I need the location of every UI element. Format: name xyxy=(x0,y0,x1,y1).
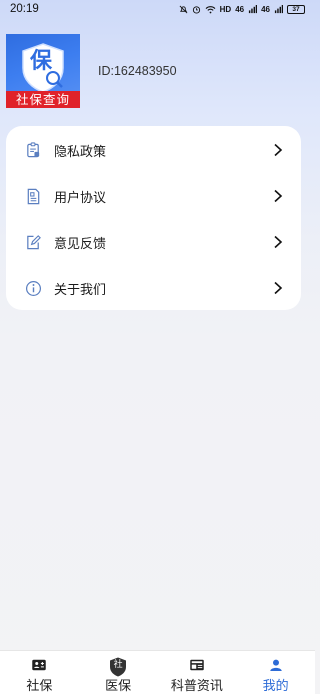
menu-item-label: 意见反馈 xyxy=(54,236,107,252)
wifi-icon xyxy=(205,5,216,13)
tab-label: 社保 xyxy=(26,679,53,694)
news-icon xyxy=(190,659,204,671)
menu-item-label: 隐私政策 xyxy=(54,144,107,160)
battery-level: 37 xyxy=(292,5,300,13)
tab-social-security[interactable]: 社保 xyxy=(0,651,79,694)
battery-icon: 37 xyxy=(287,4,305,14)
menu-item-label: 关于我们 xyxy=(54,282,107,298)
network-label-2: 46 xyxy=(261,4,270,14)
menu-item-label: 用户协议 xyxy=(54,190,107,206)
profile-header: 保 社保查询 xyxy=(6,34,80,108)
avatar[interactable]: 保 社保查询 xyxy=(6,34,80,108)
menu-item-privacy-policy[interactable]: 隐私政策 xyxy=(6,127,301,173)
chevron-right-icon xyxy=(274,235,283,249)
bottom-navigation: 社保 社 医保 科普资讯 我的 xyxy=(0,650,315,694)
status-time: 20:19 xyxy=(10,3,39,15)
tab-label: 科普资讯 xyxy=(170,679,223,694)
info-icon xyxy=(24,279,42,297)
id-card-icon xyxy=(32,659,47,671)
hd-label: HD xyxy=(219,4,232,14)
tab-label: 医保 xyxy=(105,679,132,694)
settings-menu: 隐私政策 用户协议 意见反馈 关于我们 xyxy=(6,126,301,310)
tab-mine[interactable]: 我的 xyxy=(236,651,315,694)
tab-medical-insurance[interactable]: 社 医保 xyxy=(79,651,158,694)
agreement-doc-icon xyxy=(24,187,42,205)
tab-label: 我的 xyxy=(262,679,289,694)
user-id: ID:162483950 xyxy=(98,64,177,78)
menu-item-user-agreement[interactable]: 用户协议 xyxy=(6,173,301,219)
shield-badge-glyph: 社 xyxy=(113,660,123,670)
signal-icon-1 xyxy=(248,4,258,13)
chevron-right-icon xyxy=(274,143,283,157)
avatar-glyph: 保 xyxy=(30,49,53,74)
menu-item-about-us[interactable]: 关于我们 xyxy=(6,265,301,311)
chevron-right-icon xyxy=(274,189,283,203)
bell-off-icon xyxy=(179,5,188,13)
menu-item-feedback[interactable]: 意见反馈 xyxy=(6,219,301,265)
status-icons: HD 46 46 37 xyxy=(179,4,305,14)
alarm-icon xyxy=(192,5,200,14)
status-bar: 20:19 HD 46 46 37 xyxy=(0,0,315,18)
shield-badge-icon: 社 xyxy=(109,657,127,677)
tab-science-news[interactable]: 科普资讯 xyxy=(158,651,237,694)
feedback-edit-icon xyxy=(24,233,42,251)
signal-icon-2 xyxy=(274,4,283,13)
chevron-right-icon xyxy=(274,281,283,295)
privacy-doc-icon xyxy=(24,141,42,159)
avatar-banner: 社保查询 xyxy=(6,91,80,108)
network-label-1: 46 xyxy=(235,4,245,14)
user-icon xyxy=(269,659,282,671)
